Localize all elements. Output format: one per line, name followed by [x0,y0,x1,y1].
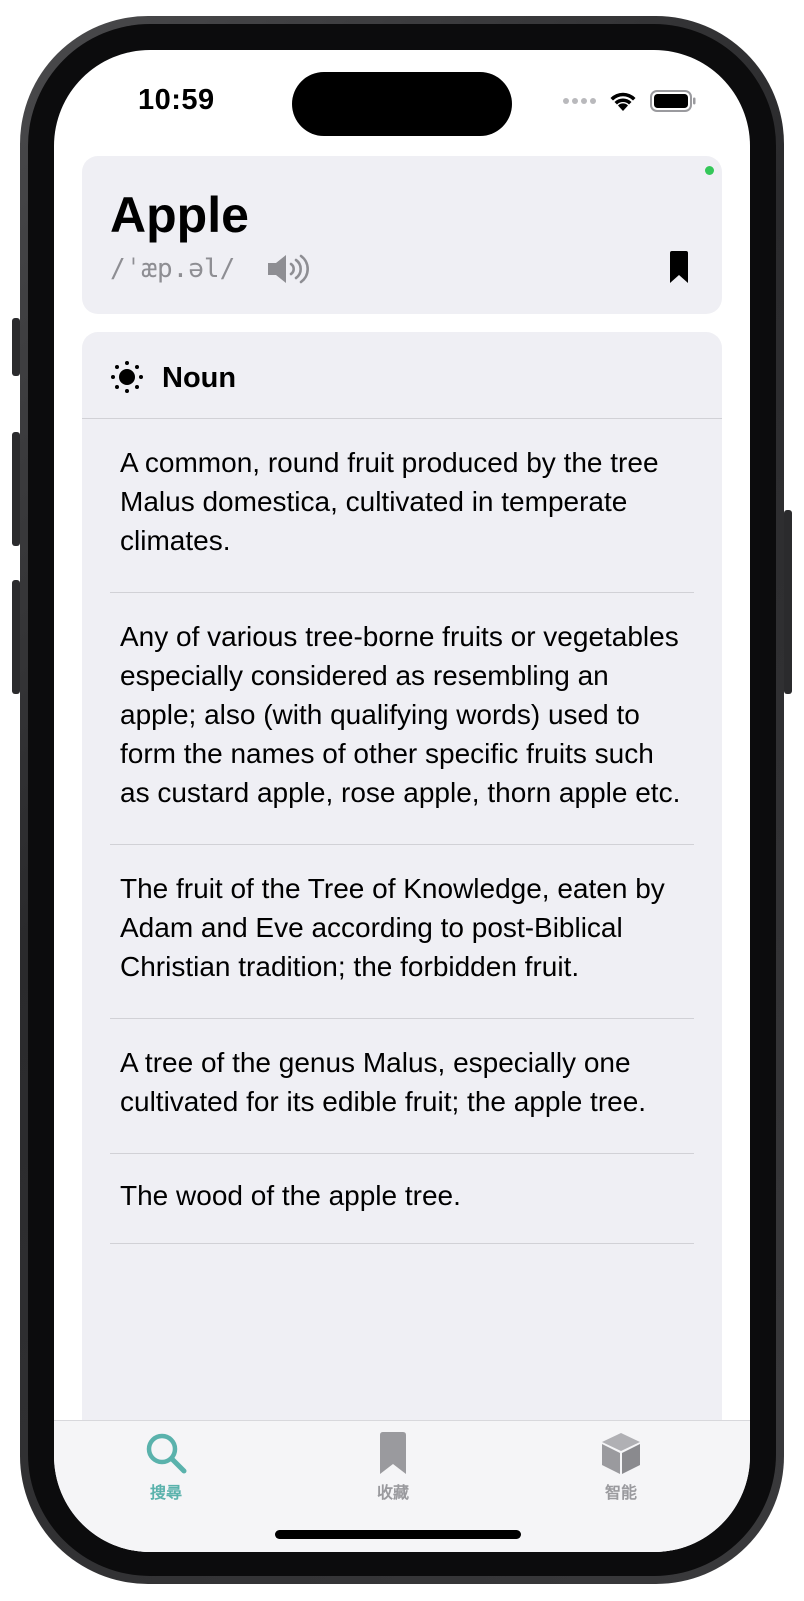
sun-icon [111,361,143,393]
power-button [784,510,792,694]
tab-favorites-label: 收藏 [376,1483,409,1502]
definition-item[interactable]: A tree of the genus Malus, especially on… [110,1019,694,1154]
part-of-speech-header: Noun [82,332,722,419]
bookmark-icon [380,1432,406,1474]
cellular-signal-icon [563,98,596,104]
status-indicators [563,90,696,112]
phonetic-transcription: /ˈæp.əl/ [110,254,236,284]
volume-down-button [12,580,20,694]
screen: 10:59 Apple /ˈæp.əl/ Noun A common, roun… [54,50,750,1552]
battery-icon [650,90,696,112]
privacy-indicator [705,166,714,175]
definition-item[interactable]: A common, round fruit produced by the tr… [110,419,694,593]
volume-up-button [12,432,20,546]
tab-search-label: 搜尋 [149,1483,182,1502]
dynamic-island [292,72,512,136]
bookmark-icon[interactable] [668,250,690,284]
tab-smart[interactable]: 智能 [561,1431,681,1503]
search-icon [146,1433,187,1474]
definitions-card: Noun A common, round fruit produced by t… [82,332,722,1552]
tab-favorites[interactable]: 收藏 [333,1431,453,1503]
action-button [12,318,20,376]
cube-icon [602,1433,640,1474]
tab-smart-label: 智能 [604,1483,637,1502]
home-indicator [275,1530,521,1539]
wifi-icon [610,92,636,111]
definition-item[interactable]: The wood of the apple tree. [110,1154,694,1244]
word-header-card: Apple /ˈæp.əl/ [82,156,722,314]
headword: Apple [110,187,249,243]
status-time: 10:59 [138,84,215,116]
definition-item[interactable]: Any of various tree-borne fruits or vege… [110,593,694,845]
tab-search[interactable]: 搜尋 [106,1431,226,1503]
definition-list: A common, round fruit produced by the tr… [82,419,722,1244]
speaker-wave-icon[interactable] [266,252,310,286]
definition-item[interactable]: The fruit of the Tree of Knowledge, eate… [110,845,694,1019]
part-of-speech-label: Noun [162,362,237,394]
